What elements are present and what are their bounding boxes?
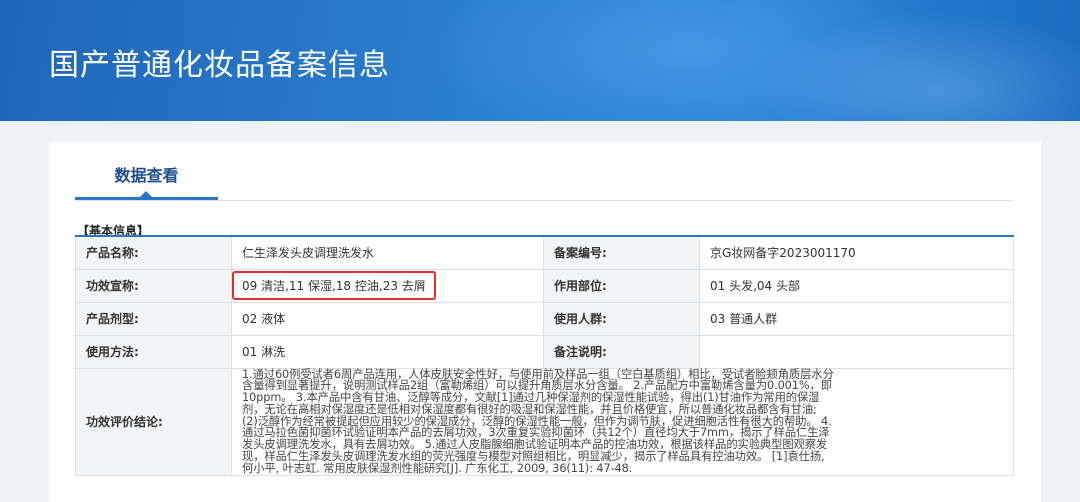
label-record-number: 备案编号: bbox=[543, 235, 700, 270]
value-efficacy-conclusion: 1.通过60例受试者6周产品连用，人体皮肤安全性好，与使用前及样品一组（空白基质… bbox=[231, 367, 1014, 476]
label-application-area: 作用部位: bbox=[543, 268, 700, 303]
table-row: 功效评价结论: 1.通过60例受试者6周产品连用，人体皮肤安全性好，与使用前及样… bbox=[75, 367, 1014, 476]
value-usage-method: 01 淋洗 bbox=[231, 334, 544, 369]
label-usage-method: 使用方法: bbox=[75, 334, 232, 369]
table-row: 产品名称: 仁生泽发头皮调理洗发水 备案编号: 京G妆网备字2023001170 bbox=[75, 235, 1014, 270]
value-efficacy-claim: 09 清洁,11 保湿,18 控油,23 去屑 bbox=[232, 271, 436, 300]
banner-decoration bbox=[760, 10, 1080, 121]
table-row: 产品剂型: 02 液体 使用人群: 03 普通人群 bbox=[75, 301, 1014, 336]
content-panel: 数据查看 【基本信息】 产品名称: 仁生泽发头皮调理洗发水 备案编号: 京G妆网… bbox=[49, 142, 1041, 502]
value-dosage-form: 02 液体 bbox=[231, 301, 544, 336]
label-dosage-form: 产品剂型: bbox=[75, 301, 232, 336]
page-title: 国产普通化妆品备案信息 bbox=[49, 48, 390, 83]
table-row: 使用方法: 01 淋洗 备注说明: bbox=[75, 334, 1014, 369]
value-efficacy-claim-cell: 09 清洁,11 保湿,18 控油,23 去屑 bbox=[231, 268, 544, 303]
conclusion-line: 何小平, 叶志虹. 常用皮肤保湿剂性能研究[J]. 广东化工, 2009, 36… bbox=[242, 461, 633, 475]
value-remarks bbox=[699, 334, 1014, 369]
value-application-area: 01 头发,04 头部 bbox=[699, 268, 1014, 303]
tab-bar: 数据查看 bbox=[75, 142, 1013, 201]
value-record-number: 京G妆网备字2023001170 bbox=[699, 235, 1014, 270]
value-product-name: 仁生泽发头皮调理洗发水 bbox=[231, 235, 544, 270]
table-row: 功效宣称: 09 清洁,11 保湿,18 控油,23 去屑 作用部位: 01 头… bbox=[75, 268, 1014, 303]
basic-info-table: 产品名称: 仁生泽发头皮调理洗发水 备案编号: 京G妆网备字2023001170… bbox=[75, 235, 1014, 476]
conclusion-line: 剂，无论在高相对保湿度还是低相对保湿度都有很好的吸湿和保湿性能，并且价格便宜，所… bbox=[242, 402, 817, 416]
value-target-users: 03 普通人群 bbox=[699, 301, 1014, 336]
header-banner: 国产普通化妆品备案信息 bbox=[0, 0, 1080, 121]
label-target-users: 使用人群: bbox=[543, 301, 700, 336]
label-product-name: 产品名称: bbox=[75, 235, 232, 270]
label-remarks: 备注说明: bbox=[543, 334, 700, 369]
label-efficacy-claim: 功效宣称: bbox=[75, 268, 232, 303]
active-tab-underline bbox=[75, 197, 218, 200]
label-efficacy-conclusion: 功效评价结论: bbox=[75, 367, 232, 476]
